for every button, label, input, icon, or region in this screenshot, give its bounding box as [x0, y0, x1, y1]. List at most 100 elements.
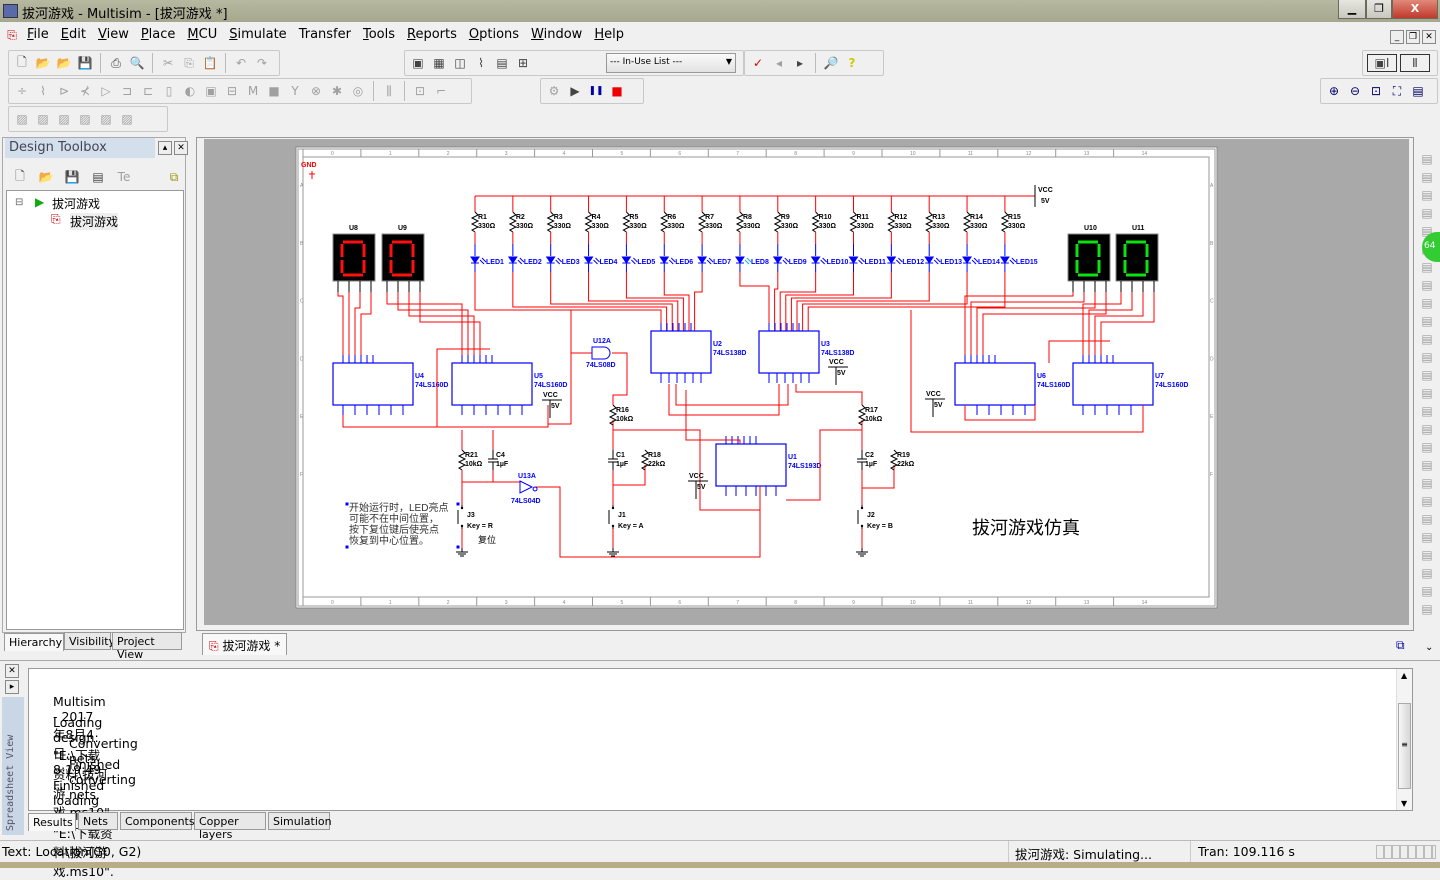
sim-pause-switch-icon[interactable]: Ⅱ	[1400, 54, 1430, 72]
instrument-icon[interactable]: ▤	[1418, 150, 1436, 168]
ercheck-icon[interactable]: ✓	[749, 54, 767, 72]
menu-options[interactable]: Options	[463, 24, 525, 42]
component-wizard-icon[interactable]: ⊞	[514, 54, 532, 72]
ttl-icon[interactable]: ⊐	[118, 82, 136, 100]
instrument-icon[interactable]: ▤	[1418, 456, 1436, 474]
instrument-icon[interactable]: ▤	[1418, 438, 1436, 456]
open-sample-icon[interactable]: 📂	[55, 54, 73, 72]
tab-project-view[interactable]: Project View	[112, 632, 182, 661]
minimize-button[interactable]: ▁	[1338, 0, 1366, 19]
tree-item-design[interactable]: 拔河游戏	[52, 195, 100, 212]
menu-place[interactable]: Place	[135, 24, 182, 42]
ellipse-icon[interactable]: ▨	[76, 110, 94, 128]
instrument-icon[interactable]: ▤	[1418, 366, 1436, 384]
zoom-out-icon[interactable]: ⊖	[1346, 82, 1364, 100]
misc-icon[interactable]: M	[244, 82, 262, 100]
diode-icon[interactable]: ⊳	[55, 82, 73, 100]
mcu-icon[interactable]: ▯	[160, 82, 178, 100]
run-icon[interactable]: ▶	[566, 82, 584, 100]
redo-icon[interactable]: ↷	[253, 54, 271, 72]
rectangle-icon[interactable]: ▨	[55, 110, 73, 128]
tab-components[interactable]: Components	[120, 812, 195, 830]
transistor-icon[interactable]: ⊀	[76, 82, 94, 100]
instrument-icon[interactable]: ▤	[1418, 546, 1436, 564]
cmos-icon[interactable]: ⊏	[139, 82, 157, 100]
indicator-icon[interactable]: ◐	[181, 82, 199, 100]
doc-close-button[interactable]: ✕	[1422, 30, 1436, 44]
menu-mcu[interactable]: MCU	[181, 24, 223, 42]
instrument-icon[interactable]: ▤	[1418, 294, 1436, 312]
spreadsheet-toggle-icon[interactable]: ▦	[430, 54, 448, 72]
misc-digital-icon[interactable]: ▣	[202, 82, 220, 100]
save-design-icon[interactable]: 💾	[63, 168, 81, 186]
menu-view[interactable]: View	[92, 24, 135, 42]
ladder-icon[interactable]: ✱	[328, 82, 346, 100]
instrument-icon[interactable]: ▤	[1418, 312, 1436, 330]
menu-simulate[interactable]: Simulate	[223, 24, 292, 42]
instrument-icon[interactable]: ▤	[1418, 564, 1436, 582]
spreadsheet-close-button[interactable]: ✕	[5, 664, 19, 678]
bus-icon[interactable]: ⫼	[380, 82, 398, 100]
toolbox-toggle-icon[interactable]: ▣	[409, 54, 427, 72]
instrument-icon[interactable]: ▤	[1418, 384, 1436, 402]
find-examples-icon[interactable]: 🔎	[822, 54, 840, 72]
stop-icon[interactable]: ■	[608, 82, 626, 100]
instrument-icon[interactable]: ▤	[1418, 204, 1436, 222]
toolbox-float-button[interactable]: ▴	[158, 141, 172, 155]
in-use-list-dropdown[interactable]: --- In-Use List ---	[606, 53, 736, 73]
grapher-icon[interactable]: ⌇	[472, 54, 490, 72]
tree-item-sheet[interactable]: 拔河游戏	[70, 213, 119, 230]
menu-reports[interactable]: Reports	[401, 24, 463, 42]
tab-visibility[interactable]: Visibility	[64, 632, 115, 650]
connector-icon[interactable]: ⌐	[432, 82, 450, 100]
tab-nets[interactable]: Nets	[78, 812, 118, 830]
tab-simulation[interactable]: Simulation	[268, 812, 332, 830]
close-button[interactable]: X	[1392, 0, 1438, 19]
mcu-module-icon[interactable]: ◎	[349, 82, 367, 100]
doc-minimize-button[interactable]: _	[1390, 30, 1404, 44]
new-icon[interactable]: 🗋	[13, 54, 31, 72]
schematic[interactable]: 0011223344556677889910101111121213131414…	[204, 139, 1409, 625]
zoom-in-icon[interactable]: ⊕	[1325, 82, 1343, 100]
tab-copper-layers[interactable]: Copper layers	[194, 812, 266, 841]
full-screen-icon[interactable]: ▤	[1409, 82, 1427, 100]
paste-icon[interactable]: 📋	[201, 54, 219, 72]
power-icon[interactable]: ⊟	[223, 82, 241, 100]
tab-hierarchy[interactable]: Hierarchy	[4, 633, 64, 651]
polygon-icon[interactable]: ▨	[118, 110, 136, 128]
advanced-peripherals-icon[interactable]: ■	[265, 82, 283, 100]
open-design-icon[interactable]: 📂	[37, 168, 55, 186]
instrument-icon[interactable]: ▤	[1418, 186, 1436, 204]
zoom-fit-icon[interactable]: ⛶	[1388, 82, 1406, 100]
spreadsheet-side-tab[interactable]: Spreadsheet View	[2, 697, 24, 835]
instrument-icon[interactable]: ▤	[1418, 528, 1436, 546]
resistor-icon[interactable]: ⌇	[34, 82, 52, 100]
cascade-icon[interactable]: ⧉	[1396, 638, 1405, 653]
instrument-icon[interactable]: ▤	[1418, 402, 1436, 420]
sim-switch-icon[interactable]: ▣Ⅰ	[1367, 54, 1397, 72]
instrument-icon[interactable]: ▤	[1418, 582, 1436, 600]
collapse-icon[interactable]: ⊟	[15, 197, 23, 208]
undo-icon[interactable]: ↶	[232, 54, 250, 72]
print-preview-icon[interactable]: 🔍	[128, 54, 146, 72]
restore-button[interactable]: ❐	[1366, 0, 1392, 19]
zoom-area-icon[interactable]: ⊡	[1367, 82, 1385, 100]
results-scrollbar[interactable]: ▲ ≡ ▼	[1396, 669, 1412, 810]
menu-file[interactable]: File	[21, 24, 55, 42]
rf-icon[interactable]: Y	[286, 82, 304, 100]
instrument-icon[interactable]: ▤	[1418, 330, 1436, 348]
variants-icon[interactable]: ⧉	[165, 168, 183, 186]
cut-icon[interactable]: ✂	[159, 54, 177, 72]
menu-edit[interactable]: Edit	[55, 24, 92, 42]
chevron-down-icon[interactable]: ⌄	[1425, 642, 1433, 653]
arc-icon[interactable]: ▨	[97, 110, 115, 128]
electromechanical-icon[interactable]: ⊗	[307, 82, 325, 100]
toolbox-close-button[interactable]: ✕	[174, 141, 188, 155]
interactive-icon[interactable]: ⚙	[545, 82, 563, 100]
pause-icon[interactable]: ❚❚	[587, 82, 605, 100]
tab-results[interactable]: Results	[28, 813, 76, 831]
instrument-icon[interactable]: ▤	[1418, 276, 1436, 294]
back-annotate-icon[interactable]: ◂	[770, 54, 788, 72]
print-icon[interactable]: ⎙	[107, 54, 125, 72]
tab-document[interactable]: ⎘ 拔河游戏 *	[202, 633, 288, 655]
